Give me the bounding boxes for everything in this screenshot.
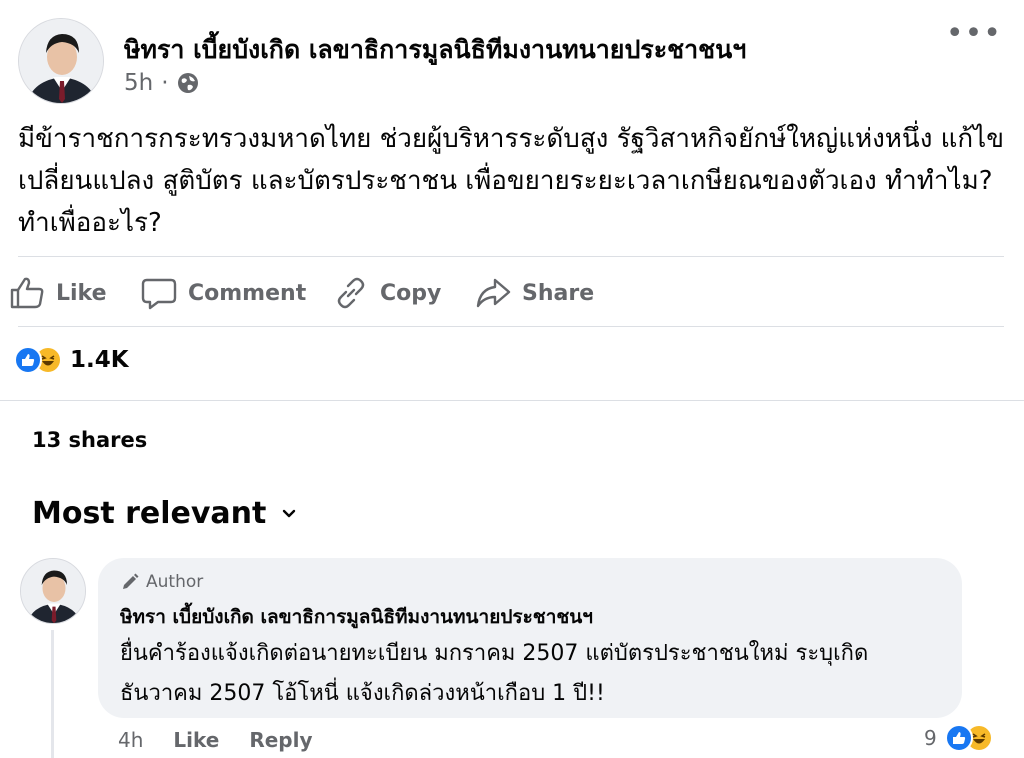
copy-label: Copy (380, 280, 442, 306)
like-button[interactable]: Like (8, 268, 107, 318)
comment-author-name[interactable]: ษิทรา เบี้ยบังเกิด เลขาธิการมูลนิธิทีมงา… (120, 602, 593, 632)
pencil-icon (123, 573, 139, 589)
reaction-count: 1.4K (70, 347, 129, 373)
post-time[interactable]: 5h (124, 70, 153, 96)
dot-separator: · (161, 70, 169, 96)
copy-button[interactable]: Copy (332, 268, 441, 318)
post-text: มีข้าราชการกระทรวงมหาดไทย ช่วยผู้บริหารร… (18, 124, 1005, 238)
divider-top (18, 256, 1004, 257)
author-badge-label: Author (146, 572, 204, 592)
comment-reaction-count: 9 (924, 726, 937, 750)
reaction-summary[interactable]: 1.4K (14, 346, 129, 374)
like-reaction-icon (14, 346, 42, 374)
post-meta: 5h · (124, 70, 199, 96)
globe-icon (177, 73, 198, 93)
comment-reaction-summary[interactable]: 9 (924, 724, 993, 752)
post-action-bar: Like Comment Copy Share (8, 268, 1008, 318)
sort-label: Most relevant (32, 496, 267, 531)
commenter-avatar[interactable] (20, 558, 86, 624)
section-divider (0, 400, 1024, 401)
author-avatar[interactable] (18, 18, 104, 104)
like-label: Like (56, 280, 107, 306)
share-count[interactable]: 13 shares (32, 428, 147, 452)
divider-bottom (18, 326, 1004, 327)
link-icon (337, 277, 365, 309)
comment-text: ยื่นคำร้องแจ้งเกิดต่อนายทะเบียน มกราคม 2… (120, 641, 869, 706)
share-label: Share (522, 280, 595, 306)
comment-button[interactable]: Comment (140, 268, 306, 318)
comment-thread-line (51, 630, 54, 758)
chevron-down-icon (283, 509, 296, 517)
share-icon (476, 278, 511, 308)
comment-sort-dropdown[interactable]: Most relevant (32, 496, 298, 531)
comment-reply-button[interactable]: Reply (249, 728, 312, 752)
comment-bubble: Author ษิทรา เบี้ยบังเกิด เลขาธิการมูลนิ… (98, 558, 962, 718)
more-options-icon[interactable]: ••• (946, 19, 1002, 49)
comment-like-button[interactable]: Like (173, 728, 219, 752)
author-badge: Author (120, 572, 203, 592)
comment-like-reaction-icon (944, 724, 973, 752)
comment-icon (141, 278, 177, 310)
post-header: ษิทรา เบี้ยบังเกิด เลขาธิการมูลนิธิทีมงา… (18, 18, 1008, 108)
comment-label: Comment (188, 280, 307, 306)
thumbs-up-icon (10, 277, 44, 309)
post-author-name[interactable]: ษิทรา เบี้ยบังเกิด เลขาธิการมูลนิธิทีมงา… (124, 30, 746, 70)
comment-actions: 4h Like Reply (118, 728, 313, 752)
comment-time[interactable]: 4h (118, 728, 143, 752)
share-button[interactable]: Share (474, 268, 594, 318)
